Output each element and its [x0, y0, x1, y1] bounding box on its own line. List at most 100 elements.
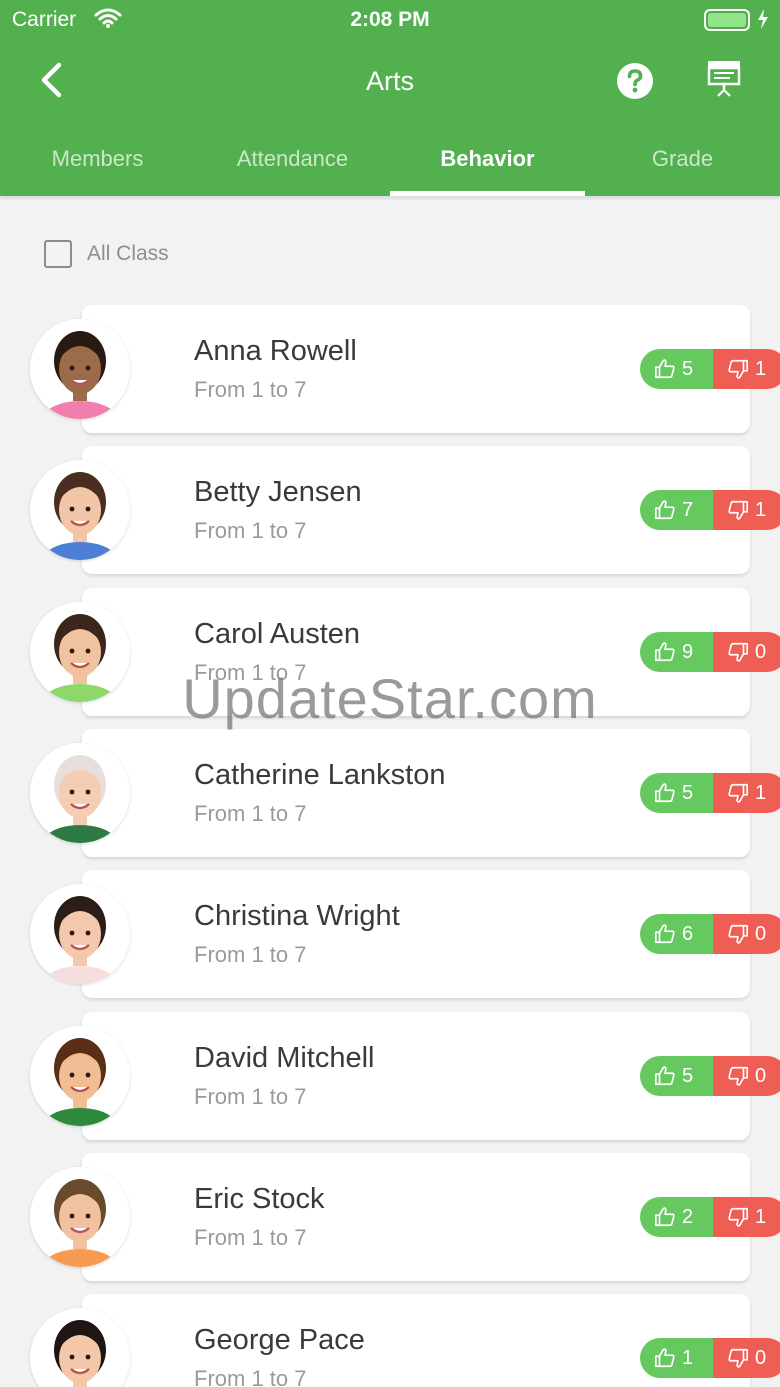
student-range: From 1 to 7	[194, 660, 307, 685]
dislike-button[interactable]: 0	[713, 1056, 780, 1096]
like-button[interactable]: 5	[640, 773, 713, 813]
dislike-button[interactable]: 1	[713, 349, 780, 389]
student-range: From 1 to 7	[194, 1084, 307, 1109]
thumbs-up-icon	[655, 359, 675, 379]
student-avatar	[30, 884, 130, 984]
presentation-board-icon	[707, 61, 741, 97]
like-count: 5	[682, 781, 694, 804]
tab-attendance[interactable]: Attendance	[195, 124, 390, 196]
thumbs-up-icon	[655, 1348, 675, 1368]
student-card[interactable]: Betty Jensen From 1 to 7 7 1	[82, 446, 780, 574]
like-button[interactable]: 7	[640, 490, 713, 530]
battery-icon	[704, 9, 750, 31]
behavior-score-pill: 51	[640, 349, 780, 389]
dislike-count: 1	[755, 357, 767, 380]
behavior-score-pill: 10	[640, 1338, 780, 1378]
student-row[interactable]: George Pace From 1 to 710	[30, 1294, 780, 1387]
behavior-score-pill: 21	[640, 1197, 780, 1237]
student-range: From 1 to 7	[194, 1225, 307, 1250]
dislike-count: 1	[755, 1205, 767, 1228]
behavior-score-pill: 50	[640, 1056, 780, 1096]
dislike-count: 1	[755, 498, 767, 521]
dislike-button[interactable]: 1	[713, 1197, 780, 1237]
student-card[interactable]: David Mitchell From 1 to 7 50	[82, 1012, 780, 1140]
like-count: 9	[682, 640, 694, 663]
page-title: Arts	[365, 66, 414, 96]
student-range: From 1 to 7	[194, 518, 307, 543]
like-count: 2	[682, 1205, 694, 1228]
tab-behavior[interactable]: Behavior	[390, 124, 585, 196]
student-name: Betty Jensen	[194, 476, 362, 508]
presentation-button[interactable]	[704, 58, 744, 98]
like-button[interactable]: 9	[640, 632, 713, 672]
dislike-button[interactable]: 0	[713, 632, 780, 672]
thumbs-up-icon	[655, 1066, 675, 1086]
thumbs-down-icon	[728, 500, 748, 520]
all-class-checkbox[interactable]	[44, 240, 72, 268]
like-button[interactable]: 1	[640, 1338, 713, 1378]
like-button[interactable]: 5	[640, 349, 713, 389]
dislike-button[interactable]: 0	[713, 914, 780, 954]
student-avatar	[30, 1026, 130, 1126]
all-class-filter[interactable]: All Class	[44, 240, 169, 268]
thumbs-up-icon	[655, 924, 675, 944]
student-name: David Mitchell	[194, 1042, 375, 1074]
charging-icon	[756, 8, 770, 36]
thumbs-up-icon	[655, 1207, 675, 1227]
dislike-button[interactable]: 1	[713, 773, 780, 813]
student-range: From 1 to 7	[194, 801, 307, 826]
like-count: 1	[682, 1346, 694, 1369]
thumbs-down-icon	[728, 642, 748, 662]
student-row[interactable]: Christina Wright From 1 to 760	[30, 870, 780, 998]
nav-bar: Arts	[0, 48, 780, 116]
behavior-score-pill: 90	[640, 632, 780, 672]
thumbs-down-icon	[728, 1207, 748, 1227]
student-card[interactable]: Anna Rowell From 1 to 751	[82, 305, 780, 433]
student-row[interactable]: Betty Jensen From 1 to 7 7 1	[30, 446, 780, 574]
student-avatar	[30, 743, 130, 843]
thumbs-down-icon	[728, 359, 748, 379]
dislike-button[interactable]: 1	[713, 490, 780, 530]
student-avatar	[30, 1167, 130, 1267]
like-button[interactable]: 6	[640, 914, 713, 954]
help-button[interactable]	[616, 62, 654, 100]
dislike-count: 0	[755, 1346, 767, 1369]
like-count: 7	[682, 498, 694, 521]
student-card[interactable]: Eric Stock From 1 to 721	[82, 1153, 780, 1281]
student-name: Carol Austen	[194, 618, 361, 650]
thumbs-up-icon	[655, 500, 675, 520]
student-card[interactable]: Carol Austen From 1 to 790	[82, 588, 780, 716]
student-name: George Pace	[194, 1324, 365, 1356]
dislike-count: 0	[755, 640, 767, 663]
student-card[interactable]: George Pace From 1 to 710	[82, 1294, 780, 1387]
student-card[interactable]: Christina Wright From 1 to 760	[82, 870, 780, 998]
app-header: Carrier 2:08 PM Arts Members Attendance …	[0, 0, 780, 196]
student-avatar	[30, 602, 130, 702]
like-count: 5	[682, 357, 694, 380]
behavior-score-pill: 51	[640, 773, 780, 813]
student-row[interactable]: Anna Rowell From 1 to 751	[30, 305, 780, 433]
student-name: Anna Rowell	[194, 335, 357, 367]
dislike-count: 1	[755, 781, 767, 804]
like-count: 6	[682, 922, 694, 945]
help-circle-icon	[617, 63, 653, 99]
student-row[interactable]: David Mitchell From 1 to 7 50	[30, 1012, 780, 1140]
like-button[interactable]: 2	[640, 1197, 713, 1237]
behavior-score-pill: 60	[640, 914, 780, 954]
thumbs-down-icon	[728, 783, 748, 803]
tab-grade[interactable]: Grade	[585, 124, 780, 196]
dislike-count: 0	[755, 922, 767, 945]
like-button[interactable]: 5	[640, 1056, 713, 1096]
student-row[interactable]: Carol Austen From 1 to 790	[30, 588, 780, 716]
student-name: Christina Wright	[194, 900, 400, 932]
student-row[interactable]: Eric Stock From 1 to 721	[30, 1153, 780, 1281]
thumbs-down-icon	[728, 1066, 748, 1086]
thumbs-up-icon	[655, 783, 675, 803]
student-card[interactable]: Catherine Lankston From 1 to 751	[82, 729, 780, 857]
student-row[interactable]: Catherine Lankston From 1 to 751	[30, 729, 780, 857]
dislike-button[interactable]: 0	[713, 1338, 780, 1378]
student-name: Catherine Lankston	[194, 759, 446, 791]
thumbs-down-icon	[728, 1348, 748, 1368]
tab-members[interactable]: Members	[0, 124, 195, 196]
student-range: From 1 to 7	[194, 942, 307, 967]
